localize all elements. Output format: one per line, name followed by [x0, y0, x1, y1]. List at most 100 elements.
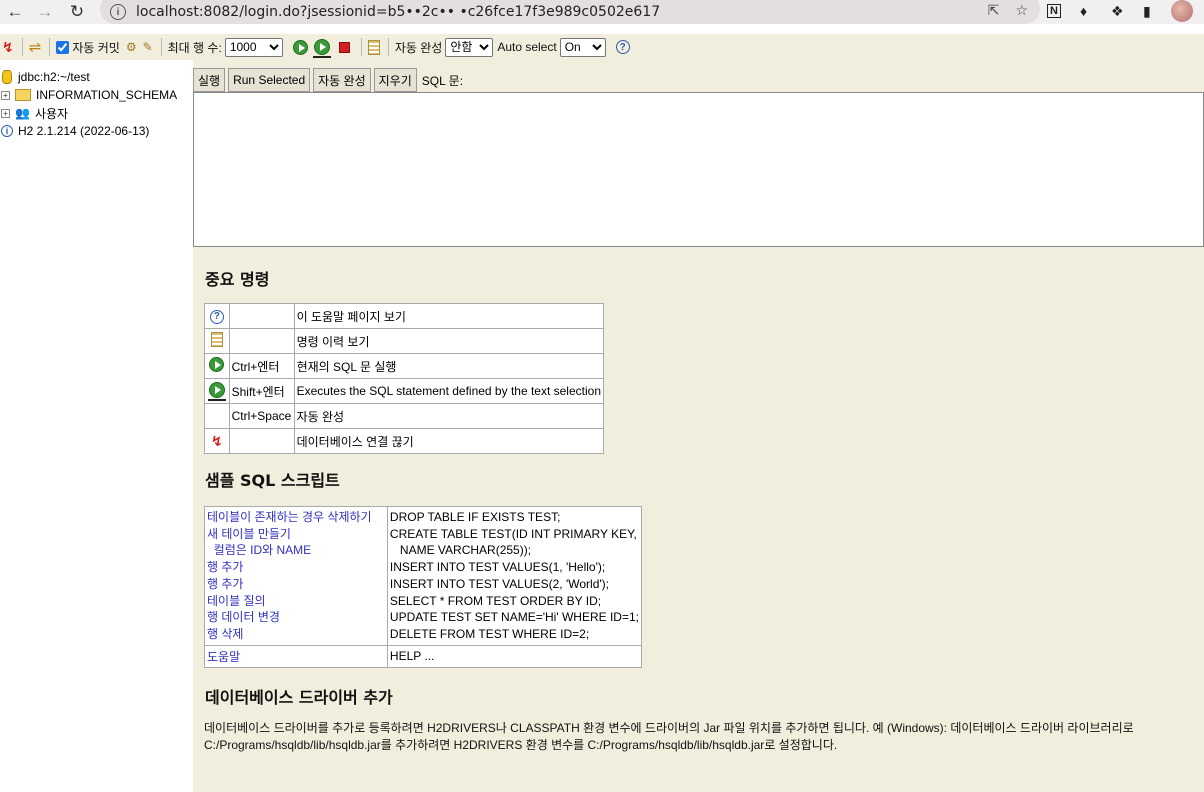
command-row: ? 이 도움말 페이지 보기 [204, 303, 605, 329]
toolbar-separator [387, 38, 389, 56]
profile-avatar[interactable] [1171, 0, 1193, 22]
driver-text-line-1: 데이터베이스 드라이버를 추가로 등록하려면 H2DRIVERS나 CLASSP… [204, 721, 1134, 735]
refresh-icon[interactable]: ⇌ [29, 38, 42, 56]
query-panel: 실행 Run Selected 자동 완성 지우기 SQL 문: 중요 명령 ?… [193, 60, 1204, 792]
version-label: H2 2.1.214 (2022-06-13) [18, 124, 150, 138]
forward-button[interactable]: → [30, 0, 60, 24]
sample-sql-line: UPDATE TEST SET NAME='Hi' WHERE ID=1; [389, 610, 639, 625]
info-icon: i [1, 125, 13, 137]
command-key-cell: Ctrl+엔터 [228, 353, 295, 379]
schema-label: INFORMATION_SCHEMA [36, 88, 178, 102]
command-row: Shift+엔터 Executes the SQL statement defin… [204, 378, 605, 404]
h2-toolbar: ↯ ⇌ 자동 커밋 ⚙ ✎ 최대 행 수: 1000 자동 완성 안함 Auto… [0, 34, 1204, 60]
tree-users[interactable]: + 👥 사용자 [0, 104, 193, 122]
disconnect-icon[interactable]: ↯ [211, 433, 223, 449]
autocomplete-select[interactable]: 안함 [445, 37, 494, 57]
history-icon[interactable] [210, 332, 223, 350]
run-icon[interactable] [292, 39, 308, 55]
sample-label-link[interactable]: 행 추가 [207, 559, 385, 576]
command-icon-cell: ↯ [204, 428, 230, 454]
tree-connection[interactable]: jdbc:h2:~/test [0, 68, 193, 86]
side-panel-icon[interactable]: ▮ [1143, 0, 1151, 22]
sample-label-link[interactable]: 새 테이블 만들기 [207, 526, 385, 543]
sql-label: SQL 문: [421, 73, 464, 88]
run-selected-icon[interactable] [207, 381, 226, 401]
sample-sql-table: 테이블이 존재하는 경우 삭제하기 새 테이블 만들기 컬럼은 ID와 NAME 행… [204, 506, 643, 668]
sample-labels-cell: 테이블이 존재하는 경우 삭제하기 새 테이블 만들기 컬럼은 ID와 NAME 행… [204, 506, 388, 646]
command-key-cell [228, 328, 295, 354]
important-commands-title: 중요 명령 [205, 270, 270, 289]
max-rows-label: 최대 행 수: [167, 40, 222, 55]
sample-label-link[interactable]: 행 삭제 [207, 626, 385, 643]
sample-label-link[interactable]: 컬럼은 ID와 NAME [207, 542, 385, 559]
share-icon[interactable]: ⇱ [988, 2, 1000, 19]
command-row: Ctrl+Space 자동 완성 [204, 403, 605, 429]
sample-sql-line: DELETE FROM TEST WHERE ID=2; [389, 626, 590, 641]
ethereum-extension-icon[interactable]: ♦ [1080, 0, 1087, 22]
sample-sql-cell: DROP TABLE IF EXISTS TEST; CREATE TABLE T… [386, 506, 643, 646]
address-bar[interactable]: i localhost:8082/login.do?jsessionid=b5•… [100, 0, 1040, 24]
auto-commit-checkbox[interactable] [56, 40, 70, 54]
sample-sql-line: INSERT INTO TEST VALUES(2, 'World'); [389, 576, 609, 591]
commit-icon[interactable]: ✎ [143, 40, 153, 54]
back-button[interactable]: ← [0, 0, 30, 24]
run-selected-icon[interactable] [312, 39, 331, 58]
sample-sql-line: INSERT INTO TEST VALUES(1, 'Hello'); [389, 560, 606, 575]
sample-sql-line: SELECT * FROM TEST ORDER BY ID; [389, 593, 602, 608]
sample-sql-line: CREATE TABLE TEST(ID INT PRIMARY KEY, [389, 526, 637, 541]
help-icon[interactable]: ? [615, 40, 630, 54]
command-key-cell: Shift+엔터 [228, 378, 295, 404]
help-link[interactable]: 도움말 [207, 650, 240, 664]
command-key-cell: Ctrl+Space [228, 403, 295, 429]
command-icon-cell [204, 353, 230, 379]
clear-button[interactable]: 지우기 [373, 68, 417, 92]
sample-label-link[interactable]: 테이블 질의 [207, 593, 385, 610]
help-icon[interactable]: ? [209, 308, 224, 324]
site-info-icon[interactable]: i [110, 4, 126, 20]
toolbar-separator [360, 38, 362, 56]
command-row: Ctrl+엔터 현재의 SQL 문 실행 [204, 353, 605, 379]
command-row: ↯ 데이터베이스 연결 끊기 [204, 428, 605, 454]
toolbar-separator [21, 38, 23, 56]
disconnect-icon[interactable]: ↯ [2, 39, 14, 56]
auto-complete-button[interactable]: 자동 완성 [313, 68, 371, 92]
max-rows-select[interactable]: 1000 [224, 37, 283, 57]
tree-schema[interactable]: + INFORMATION_SCHEMA [0, 86, 193, 104]
command-key-cell [228, 303, 295, 329]
object-tree: jdbc:h2:~/test + INFORMATION_SCHEMA + 👥 … [0, 68, 193, 792]
autocomplete-label: 자동 완성 [394, 40, 443, 55]
run-selected-button[interactable]: Run Selected [228, 68, 311, 92]
connection-label: jdbc:h2:~/test [18, 70, 90, 84]
commands-table: ? 이 도움말 페이지 보기 명령 이력 보기 Ctrl+엔터 현재의 SQL 문 실행… [204, 303, 605, 454]
extensions-puzzle-icon[interactable]: ❖ [1111, 0, 1124, 22]
help-row: 도움말 HELP ... [204, 644, 643, 668]
command-desc-cell: 이 도움말 페이지 보기 [293, 303, 605, 329]
expand-icon[interactable]: + [1, 108, 10, 118]
help-label-cell: 도움말 [204, 644, 388, 668]
reload-button[interactable]: ↻ [62, 0, 92, 24]
run-button[interactable]: 실행 [193, 68, 226, 92]
toolbar-separator [160, 38, 162, 56]
autoselect-select[interactable]: On [559, 37, 606, 57]
command-icon-cell [204, 378, 230, 404]
sample-label-link[interactable]: 테이블이 존재하는 경우 삭제하기 [207, 509, 385, 526]
notion-extension-icon[interactable]: N [1047, 0, 1061, 22]
auto-commit-toggle[interactable]: 자동 커밋 [56, 39, 120, 56]
history-icon[interactable] [367, 39, 380, 55]
command-row: 명령 이력 보기 [204, 328, 605, 354]
sample-label-link[interactable]: 행 추가 [207, 576, 385, 593]
bookmark-star-icon[interactable]: ☆ [1015, 2, 1028, 19]
users-icon: 👥 [15, 106, 30, 120]
run-icon[interactable] [209, 357, 225, 375]
command-key-cell [228, 428, 295, 454]
command-icon-cell [204, 328, 230, 354]
expand-icon[interactable]: + [1, 90, 10, 100]
rollback-icon[interactable]: ⚙ [126, 40, 137, 54]
sql-editor[interactable] [193, 92, 1204, 247]
tree-version: i H2 2.1.214 (2022-06-13) [0, 122, 193, 140]
users-label: 사용자 [34, 106, 69, 121]
sql-button-bar: 실행 Run Selected 자동 완성 지우기 SQL 문: [193, 68, 463, 92]
help-sql-cell: HELP ... [386, 644, 643, 668]
sample-label-link[interactable]: 행 데이터 변경 [207, 609, 385, 626]
stop-icon[interactable] [336, 41, 353, 53]
